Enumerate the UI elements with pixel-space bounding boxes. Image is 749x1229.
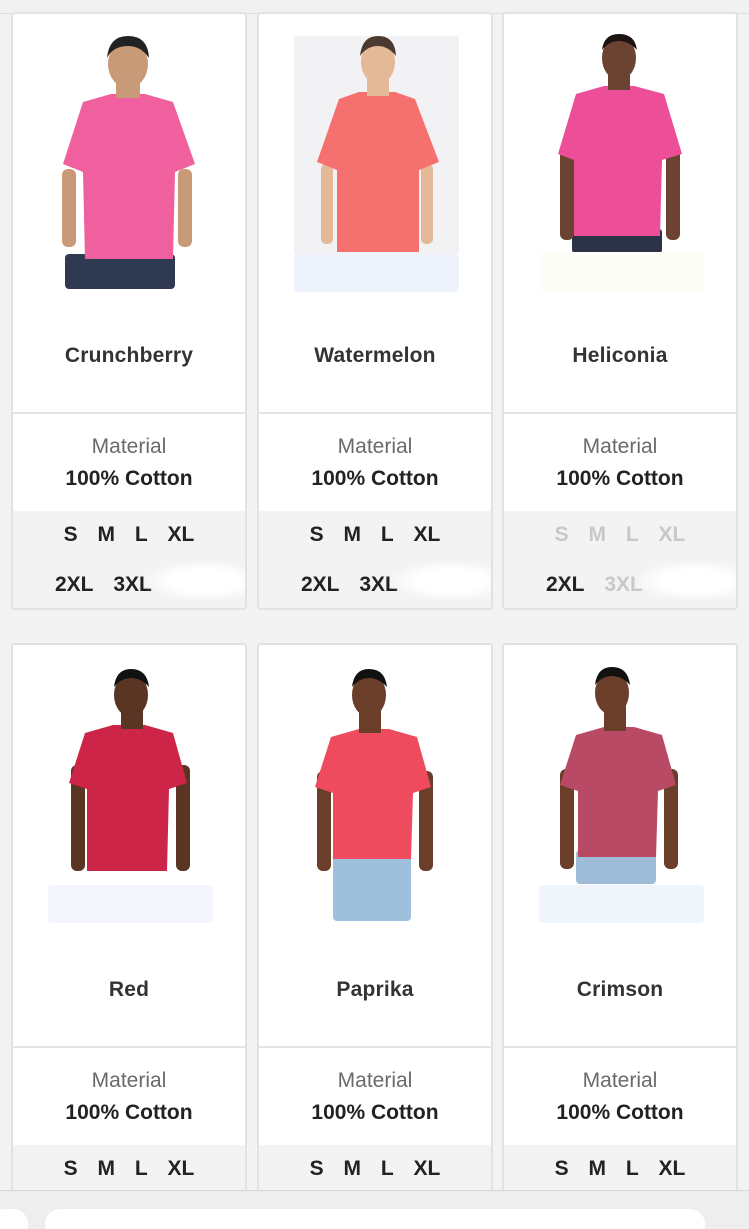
image-smear bbox=[391, 561, 491, 601]
product-photo[interactable] bbox=[504, 14, 736, 314]
size-row: S M L XL bbox=[13, 1157, 245, 1181]
size-xl[interactable]: XL bbox=[168, 1157, 195, 1180]
material-label: Material bbox=[582, 435, 658, 458]
size-l[interactable]: L bbox=[381, 1157, 394, 1180]
material-value: 100% Cotton bbox=[556, 467, 684, 490]
material-value: 100% Cotton bbox=[65, 1101, 193, 1124]
product-name[interactable]: Crunchberry bbox=[13, 344, 245, 368]
product-card-crimson[interactable]: Crimson Material 100% Cotton S M L XL bbox=[502, 643, 738, 1203]
product-card-heliconia[interactable]: Heliconia Material 100% Cotton S M L XL … bbox=[502, 12, 738, 610]
size-l[interactable]: L bbox=[381, 523, 394, 546]
model-figure bbox=[315, 669, 433, 921]
size-row: S M L XL bbox=[504, 523, 736, 547]
size-s[interactable]: S bbox=[310, 1157, 324, 1180]
product-photo[interactable] bbox=[259, 14, 491, 314]
product-card-crunchberry[interactable]: Crunchberry Material 100% Cotton S M L X… bbox=[11, 12, 247, 610]
product-name[interactable]: Paprika bbox=[259, 978, 491, 1002]
product-photo[interactable] bbox=[13, 645, 245, 945]
toolbar-button[interactable] bbox=[0, 1209, 28, 1229]
size-l[interactable]: L bbox=[626, 523, 639, 546]
product-photo[interactable] bbox=[504, 645, 736, 945]
size-row: S M L XL bbox=[13, 523, 245, 547]
material-label: Material bbox=[91, 1069, 167, 1092]
material-value: 100% Cotton bbox=[65, 467, 193, 490]
size-m[interactable]: M bbox=[98, 1157, 116, 1180]
size-2xl[interactable]: 2XL bbox=[546, 573, 585, 596]
size-l[interactable]: L bbox=[135, 523, 148, 546]
product-photo[interactable] bbox=[13, 14, 245, 314]
divider bbox=[504, 1046, 736, 1048]
size-s[interactable]: S bbox=[555, 523, 569, 546]
size-s[interactable]: S bbox=[310, 523, 324, 546]
divider bbox=[13, 1046, 245, 1048]
address-bar[interactable] bbox=[45, 1209, 705, 1229]
size-m[interactable]: M bbox=[344, 523, 362, 546]
size-xl[interactable]: XL bbox=[414, 523, 441, 546]
material-value: 100% Cotton bbox=[311, 467, 439, 490]
product-card-red[interactable]: Red Material 100% Cotton S M L XL bbox=[11, 643, 247, 1203]
size-row: S M L XL bbox=[504, 1157, 736, 1181]
size-2xl[interactable]: 2XL bbox=[301, 573, 340, 596]
product-photo[interactable] bbox=[259, 645, 491, 945]
model-figure bbox=[560, 667, 678, 884]
model-figure bbox=[69, 669, 190, 871]
size-m[interactable]: M bbox=[98, 523, 116, 546]
divider bbox=[504, 412, 736, 414]
size-s[interactable]: S bbox=[64, 523, 78, 546]
divider bbox=[13, 412, 245, 414]
size-s[interactable]: S bbox=[555, 1157, 569, 1180]
size-row: S M L XL bbox=[259, 523, 491, 547]
browser-bottom-bar bbox=[0, 1190, 749, 1229]
image-smear bbox=[145, 561, 245, 601]
model-figure bbox=[558, 34, 682, 253]
product-name[interactable]: Watermelon bbox=[259, 344, 491, 368]
size-m[interactable]: M bbox=[589, 1157, 607, 1180]
size-options: S M L XL 2XL 3XL bbox=[13, 511, 245, 608]
image-smear bbox=[636, 561, 736, 601]
material-value: 100% Cotton bbox=[311, 1101, 439, 1124]
size-xl[interactable]: XL bbox=[659, 523, 686, 546]
size-l[interactable]: L bbox=[626, 1157, 639, 1180]
product-name[interactable]: Heliconia bbox=[504, 344, 736, 368]
material-value: 100% Cotton bbox=[556, 1101, 684, 1124]
divider bbox=[259, 1046, 491, 1048]
material-label: Material bbox=[582, 1069, 658, 1092]
divider bbox=[259, 412, 491, 414]
size-xl[interactable]: XL bbox=[659, 1157, 686, 1180]
product-name[interactable]: Crimson bbox=[504, 978, 736, 1002]
size-options: S M L XL 2XL 3XL bbox=[259, 511, 491, 608]
material-label: Material bbox=[91, 435, 167, 458]
material-label: Material bbox=[337, 435, 413, 458]
size-s[interactable]: S bbox=[64, 1157, 78, 1180]
size-m[interactable]: M bbox=[589, 523, 607, 546]
size-m[interactable]: M bbox=[344, 1157, 362, 1180]
size-row: S M L XL bbox=[259, 1157, 491, 1181]
model-figure bbox=[62, 36, 195, 289]
product-card-watermelon[interactable]: Watermelon Material 100% Cotton S M L XL… bbox=[257, 12, 493, 610]
size-xl[interactable]: XL bbox=[168, 523, 195, 546]
size-xl[interactable]: XL bbox=[414, 1157, 441, 1180]
product-name[interactable]: Red bbox=[13, 978, 245, 1002]
product-card-paprika[interactable]: Paprika Material 100% Cotton S M L XL bbox=[257, 643, 493, 1203]
size-options: S M L XL 2XL 3XL bbox=[504, 511, 736, 608]
size-2xl[interactable]: 2XL bbox=[55, 573, 94, 596]
size-l[interactable]: L bbox=[135, 1157, 148, 1180]
material-label: Material bbox=[337, 1069, 413, 1092]
